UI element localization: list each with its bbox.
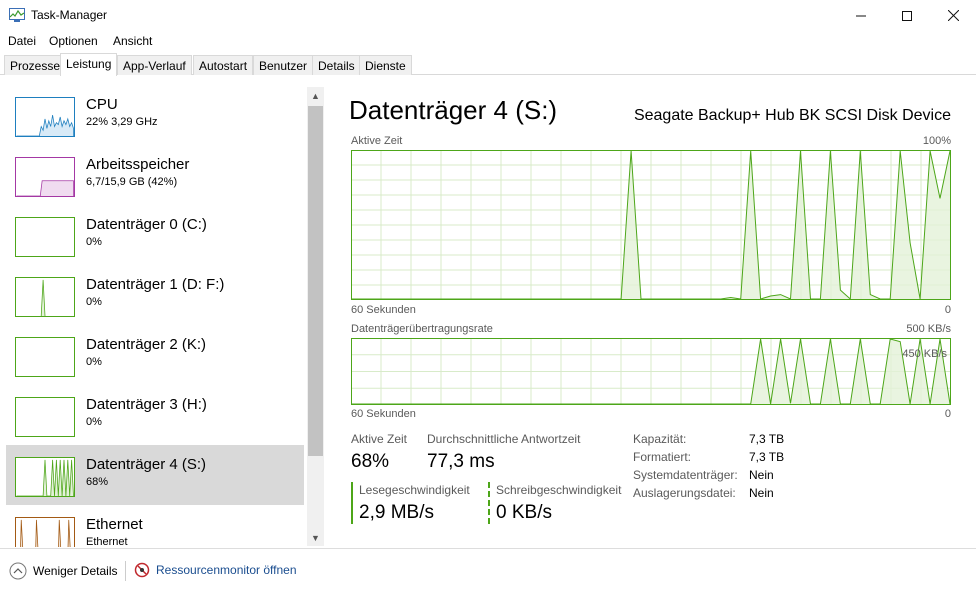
sidebar-item-sub: 0%	[86, 416, 102, 428]
response-time-value: 77,3 ms	[427, 451, 495, 472]
sidebar-item-label: Datenträger 4 (S:)	[86, 456, 207, 473]
sidebar-item-label: Datenträger 3 (H:)	[86, 396, 207, 413]
tab-details[interactable]: Details	[312, 55, 361, 75]
chart-transfer-scale-mark: 450 KB/s	[902, 348, 947, 360]
sidebar-item-disk-4[interactable]: Datenträger 4 (S:) 68%	[6, 445, 304, 505]
resource-monitor-label: Ressourcenmonitor öffnen	[156, 563, 297, 577]
spec-value: Nein	[749, 468, 774, 482]
sidebar-item-sub: 6,7/15,9 GB (42%)	[86, 176, 178, 188]
ethernet-thumbnail	[15, 517, 75, 547]
spec-value: Nein	[749, 486, 774, 500]
read-speed-value: 2,9 MB/s	[359, 502, 434, 523]
footer-divider	[125, 561, 126, 581]
write-indicator	[488, 482, 490, 524]
spec-key: Formatiert:	[633, 450, 692, 464]
page-title: Datenträger 4 (S:)	[349, 95, 558, 125]
sidebar-item-label: CPU	[86, 96, 118, 113]
spec-value: 7,3 TB	[749, 450, 785, 464]
sidebar-item-label: Ethernet	[86, 516, 143, 533]
menu-ansicht[interactable]: Ansicht	[113, 34, 152, 48]
maximize-icon	[902, 10, 912, 21]
chart-transfer-max: 500 KB/s	[906, 323, 951, 335]
disk-4-thumbnail	[15, 457, 75, 497]
sidebar-item-sub: 68%	[86, 476, 109, 488]
memory-thumbnail	[15, 157, 75, 197]
less-details-button[interactable]: Weniger Details	[9, 562, 117, 580]
minimize-button[interactable]	[838, 0, 884, 31]
resource-monitor-icon	[134, 562, 150, 578]
sidebar-item-ethernet[interactable]: Ethernet Ethernet	[6, 505, 304, 547]
sidebar-item-cpu[interactable]: CPU 22% 3,29 GHz	[6, 85, 304, 145]
active-time-chart	[351, 150, 951, 300]
spec-key: Kapazität:	[633, 432, 687, 446]
chart-active-time-min: 0	[944, 304, 951, 316]
scroll-up-icon[interactable]: ▲	[307, 87, 324, 104]
menu-bar: Datei Optionen Ansicht	[0, 31, 976, 51]
menu-datei[interactable]: Datei	[8, 34, 36, 48]
sidebar-item-label: Datenträger 2 (K:)	[86, 336, 207, 353]
window-title: Task-Manager	[31, 8, 108, 22]
chevron-up-icon	[9, 562, 27, 580]
read-speed-label: Lesegeschwindigkeit	[359, 483, 470, 497]
spec-key: Auslagerungsdatei:	[633, 486, 736, 500]
sidebar-item-sub: 22% 3,29 GHz	[86, 116, 158, 128]
task-manager-icon	[9, 8, 25, 22]
chart-transfer-xlabel: 60 Sekunden	[351, 408, 416, 420]
spec-key: Systemdatenträger:	[633, 468, 738, 482]
sidebar-item-disk-1[interactable]: Datenträger 1 (D: F:) 0%	[6, 265, 304, 325]
menu-optionen[interactable]: Optionen	[49, 34, 98, 48]
sidebar-item-disk-0[interactable]: Datenträger 0 (C:) 0%	[6, 205, 304, 265]
sidebar-item-sub: 0%	[86, 236, 102, 248]
tab-dienste[interactable]: Dienste	[359, 55, 412, 75]
sidebar-item-disk-3[interactable]: Datenträger 3 (H:) 0%	[6, 385, 304, 445]
transfer-rate-chart	[351, 338, 951, 405]
scroll-thumb[interactable]	[308, 106, 323, 456]
sidebar-item-sub: 0%	[86, 296, 102, 308]
read-indicator	[351, 482, 353, 524]
close-icon	[947, 10, 959, 21]
resource-monitor-link[interactable]: Ressourcenmonitor öffnen	[134, 562, 297, 578]
disk-3-thumbnail	[15, 397, 75, 437]
cpu-thumbnail	[15, 97, 75, 137]
footer: Weniger Details Ressourcenmonitor öffnen	[0, 548, 976, 593]
spec-value: 7,3 TB	[749, 432, 785, 446]
sidebar-item-sub: 0%	[86, 356, 102, 368]
close-button[interactable]	[930, 0, 976, 31]
active-time-label: Aktive Zeit	[351, 432, 408, 446]
sidebar-item-disk-2[interactable]: Datenträger 2 (K:) 0%	[6, 325, 304, 385]
tab-autostart[interactable]: Autostart	[193, 55, 254, 75]
sidebar-scrollbar[interactable]: ▲ ▼	[307, 87, 324, 546]
minimize-icon	[856, 15, 866, 16]
tab-app-verlauf[interactable]: App-Verlauf	[117, 55, 192, 75]
sidebar-item-sub: Ethernet	[86, 536, 128, 547]
title-bar: Task-Manager	[0, 0, 976, 31]
sidebar-item-memory[interactable]: Arbeitsspeicher 6,7/15,9 GB (42%)	[6, 145, 304, 205]
scroll-down-icon[interactable]: ▼	[307, 529, 324, 546]
sidebar-item-label: Datenträger 0 (C:)	[86, 216, 207, 233]
tab-leistung[interactable]: Leistung	[60, 53, 118, 76]
sidebar-item-label: Arbeitsspeicher	[86, 156, 190, 173]
chart-active-time-xlabel: 60 Sekunden	[351, 304, 416, 316]
chart-active-time-max: 100%	[922, 135, 951, 147]
chart-transfer-min: 0	[944, 408, 951, 420]
tab-prozesse[interactable]: Prozesse	[4, 55, 67, 75]
tab-bar: Prozesse Leistung App-Verlauf Autostart …	[0, 53, 976, 76]
disk-2-thumbnail	[15, 337, 75, 377]
device-name: Seagate Backup+ Hub BK SCSI Disk Device	[633, 107, 951, 124]
performance-sidebar: CPU 22% 3,29 GHz Arbeitsspeicher 6,7/15,…	[0, 85, 325, 547]
chart-active-time-label: Aktive Zeit	[351, 135, 403, 147]
active-time-value: 68%	[351, 451, 390, 472]
disk-detail-panel: Datenträger 4 (S:) Seagate Backup+ Hub B…	[325, 85, 976, 547]
chart-transfer-label: Datenträgerübertragungsrate	[351, 323, 493, 335]
less-details-label: Weniger Details	[33, 564, 118, 578]
tab-benutzer[interactable]: Benutzer	[253, 55, 314, 75]
response-time-label: Durchschnittliche Antwortzeit	[427, 432, 581, 446]
write-speed-value: 0 KB/s	[496, 502, 552, 523]
disk-0-thumbnail	[15, 217, 75, 257]
write-speed-label: Schreibgeschwindigkeit	[496, 483, 622, 497]
maximize-button[interactable]	[884, 0, 930, 31]
sidebar-item-label: Datenträger 1 (D: F:)	[86, 276, 225, 293]
disk-1-thumbnail	[15, 277, 75, 317]
